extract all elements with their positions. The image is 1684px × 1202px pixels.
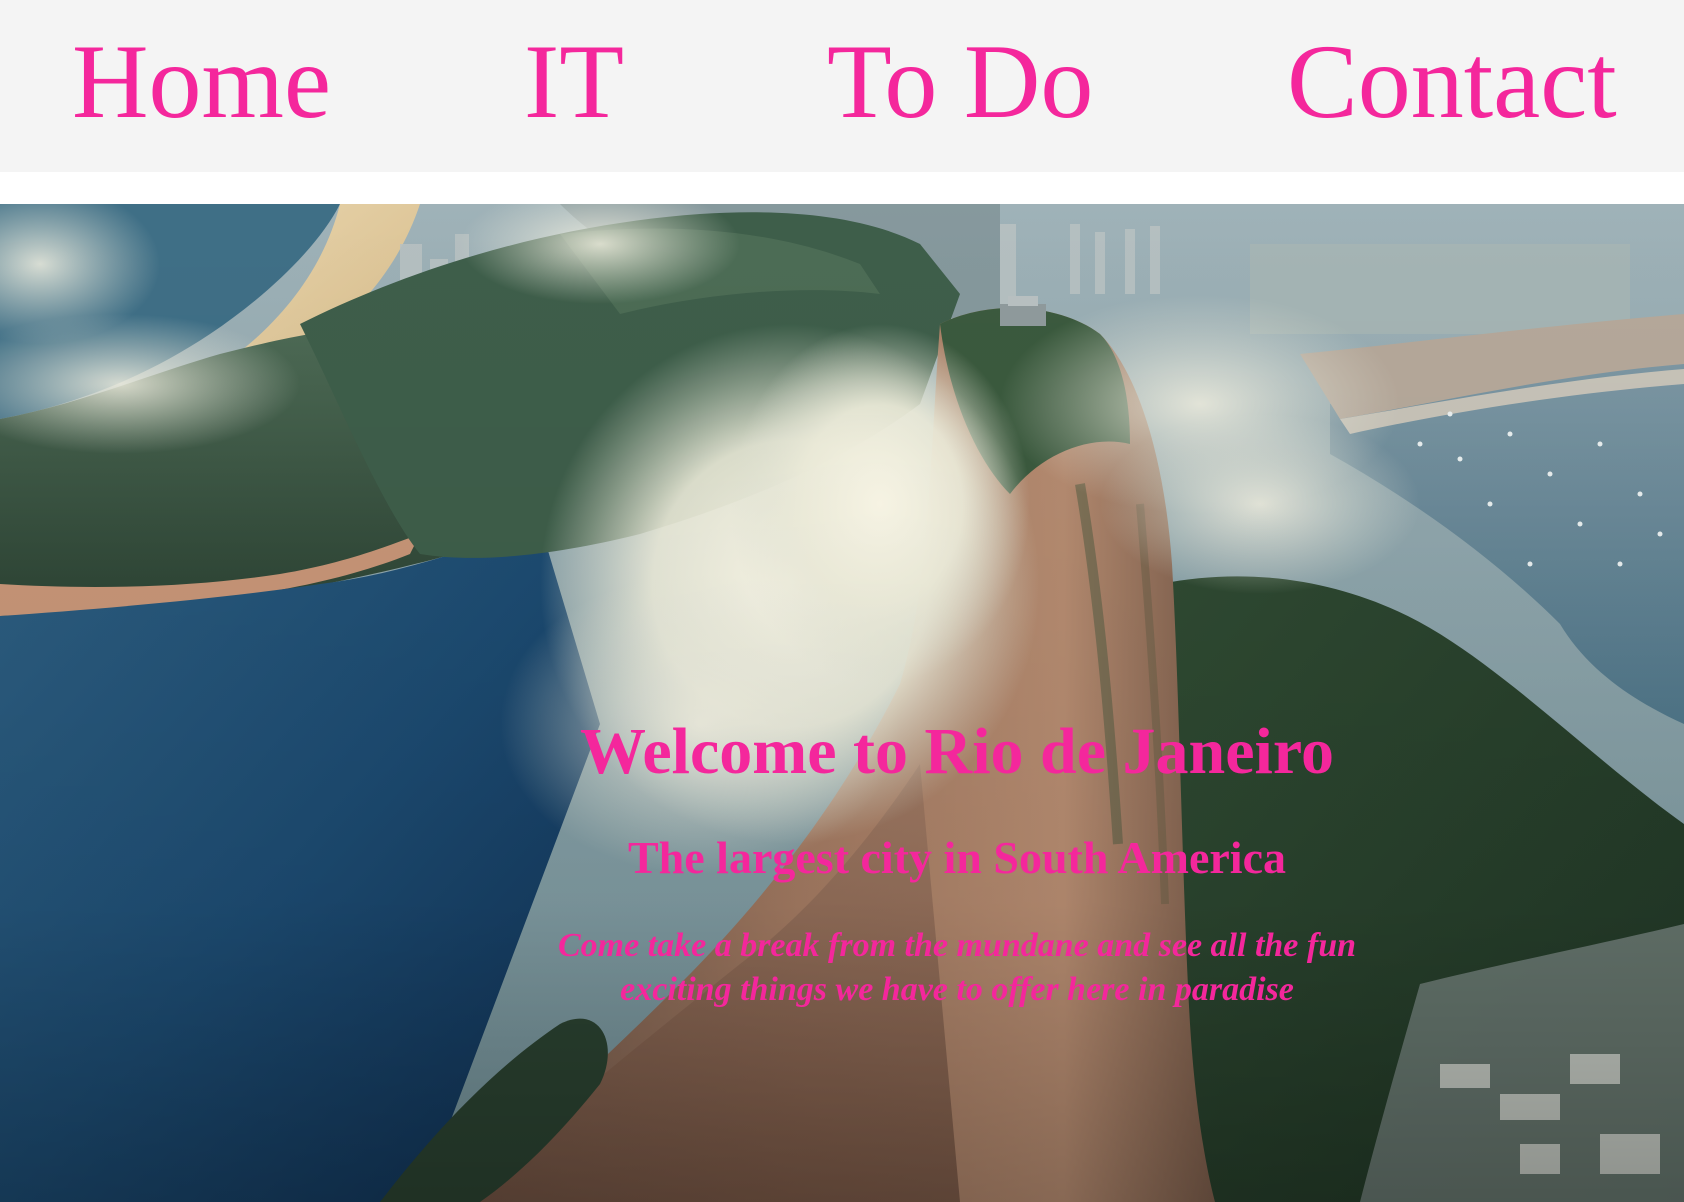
nav-link-home[interactable]: Home <box>72 22 331 142</box>
hero-subtitle: The largest city in South America <box>628 832 1286 883</box>
nav-link-contact[interactable]: Contact <box>1287 22 1617 142</box>
hero-tagline: Come take a break from the mundane and s… <box>557 927 1357 1008</box>
top-navbar: Home IT To Do Contact <box>0 0 1684 172</box>
hero-title: Welcome to Rio de Janeiro <box>580 715 1334 788</box>
hero-text-overlay: Welcome to Rio de Janeiro The largest ci… <box>0 204 1684 1202</box>
hero-section: Welcome to Rio de Janeiro The largest ci… <box>0 204 1684 1202</box>
nav-link-to-do[interactable]: To Do <box>827 22 1093 142</box>
nav-link-it[interactable]: IT <box>524 22 624 142</box>
